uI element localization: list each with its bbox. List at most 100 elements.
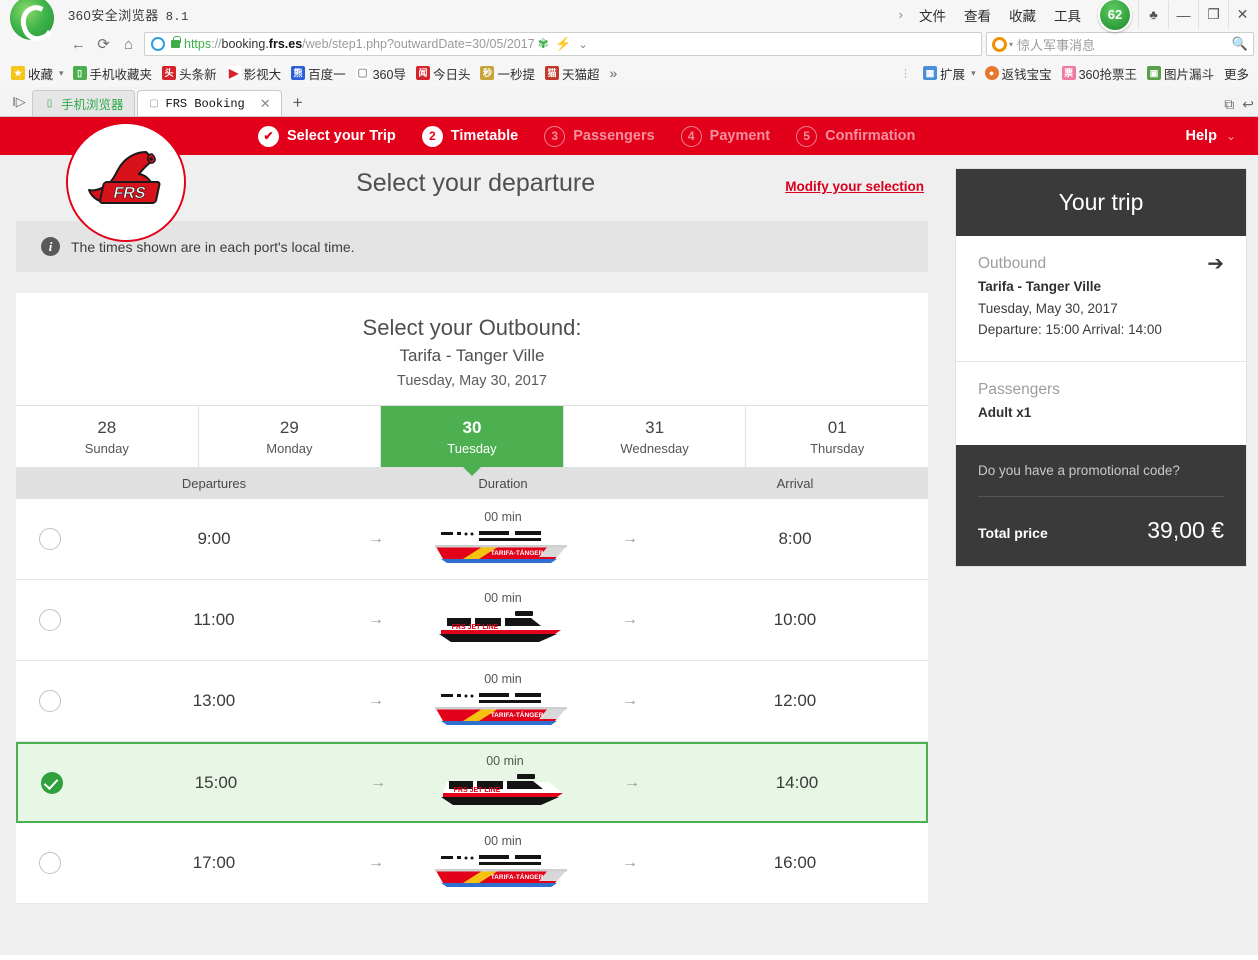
bookmark-tip[interactable]: 秒 一秒提 xyxy=(475,64,540,83)
col-departures: Departures xyxy=(181,475,247,491)
table-row[interactable]: 11:00 → 00 min FRS JET LINE → 10:00 xyxy=(16,580,928,661)
menu-view[interactable]: 查看 xyxy=(955,5,1000,25)
trip-radio-cell[interactable] xyxy=(16,609,84,631)
your-trip-header: Your trip xyxy=(956,169,1246,236)
safety-score-badge[interactable]: 62 xyxy=(1098,0,1132,32)
trip-radio-cell[interactable] xyxy=(16,852,84,874)
page-icon: ▢ xyxy=(149,98,159,109)
close-icon[interactable]: ✕ xyxy=(260,96,271,112)
menu-expand-icon[interactable]: › xyxy=(892,7,910,22)
table-row[interactable]: 9:00 → 00 min TARIFA-TÁNGER → 8:00 xyxy=(16,499,928,580)
trip-duration-cell: 00 min FRS JET LINE xyxy=(410,754,600,812)
outbound-panel: Select your Outbound: Tarifa - Tanger Vi… xyxy=(16,293,928,904)
skin-icon[interactable]: ♣ xyxy=(1138,0,1168,29)
frs-jet-line-icon: FRS JET LINE xyxy=(441,773,563,805)
modify-selection-link[interactable]: Modify your selection xyxy=(785,179,928,194)
trip-radio-cell[interactable] xyxy=(16,690,84,712)
your-trip-title: Your trip xyxy=(1058,189,1144,215)
bookmark-360-nav[interactable]: ▢ 360导 xyxy=(351,64,411,83)
toolbar-ticket-grabber[interactable]: 票 360抢票王 xyxy=(1057,64,1142,83)
day-name: Tuesday xyxy=(447,440,497,456)
maximize-button[interactable]: ❐ xyxy=(1198,0,1228,29)
toolbar-cashback[interactable]: ● 返钱宝宝 xyxy=(980,64,1057,83)
table-row-selected[interactable]: 15:00 → 00 min FRS JET LINE → 14:00 xyxy=(16,742,928,823)
menu-file[interactable]: 文件 xyxy=(910,5,955,25)
trip-duration: 00 min xyxy=(484,834,522,848)
bookmark-jinri-toutiao[interactable]: 闻 今日头 xyxy=(411,64,476,83)
radio-button[interactable] xyxy=(39,528,61,550)
radio-button[interactable] xyxy=(39,852,61,874)
bookmark-tmall[interactable]: 猫 天猫超 xyxy=(540,64,605,83)
browser-titlebar: 360安全浏览器 8.1 › 文件 查看 收藏 工具 62 ♣ — ❐ ✕ xyxy=(0,0,1258,40)
svg-text:TARIFA-TÁNGER: TARIFA-TÁNGER xyxy=(491,710,544,719)
help-menu[interactable]: Help ⌄ xyxy=(1186,117,1236,155)
trip-radio-cell[interactable] xyxy=(16,528,84,550)
reload-icon[interactable]: ⟳ xyxy=(91,32,116,57)
step-confirmation[interactable]: 5 Confirmation xyxy=(796,125,915,147)
outbound-route: Tarifa - Tanger Ville xyxy=(978,279,1102,294)
radio-button[interactable] xyxy=(39,609,61,631)
toolbar-image-funnel[interactable]: ▣ 图片漏斗 xyxy=(1142,64,1219,83)
extensions-chevron-down-icon[interactable]: ▾ xyxy=(970,68,980,79)
radio-button[interactable] xyxy=(39,690,61,712)
close-button[interactable]: ✕ xyxy=(1228,0,1258,29)
globe-icon xyxy=(151,37,165,51)
back-icon[interactable]: ← xyxy=(66,32,91,57)
tab-mobile-browser[interactable]: ▯ 手机浏览器 xyxy=(32,90,135,116)
arrow-right-icon: → xyxy=(622,854,638,871)
toolbar-more[interactable]: 更多 xyxy=(1219,64,1254,83)
search-engine-chevron-icon[interactable]: ▾ xyxy=(1009,40,1013,49)
home-icon[interactable]: ⌂ xyxy=(116,32,141,57)
bookmark-favorites[interactable]: ★ 收藏 xyxy=(6,64,58,83)
toolbar-label: 更多 xyxy=(1223,67,1249,82)
step-passengers[interactable]: 3 Passengers xyxy=(544,125,655,147)
step-payment[interactable]: 4 Payment xyxy=(680,125,770,147)
step-select-your-trip[interactable]: ✔ Select your Trip xyxy=(258,125,396,147)
promo-code-question[interactable]: Do you have a promotional code? xyxy=(978,463,1224,478)
new-tab-button[interactable]: + xyxy=(284,90,312,116)
toolbar-extensions[interactable]: ▦ 扩展 xyxy=(918,64,970,83)
day-tab-30[interactable]: 30 Tuesday xyxy=(381,406,564,476)
step-timetable[interactable]: 2 Timetable xyxy=(421,125,518,147)
frs-logo[interactable]: FRS xyxy=(66,122,186,242)
bookmarks-overflow-icon[interactable]: » xyxy=(605,65,623,81)
table-row[interactable]: 17:00 → 00 min TARIFA-TÁNGER → 16:00 xyxy=(16,823,928,904)
search-box[interactable]: ▾ 惊人军事消息 🔍 xyxy=(986,32,1254,56)
search-icon[interactable]: 🔍 xyxy=(1232,36,1248,52)
trip-radio-cell[interactable] xyxy=(18,771,86,794)
radio-button-checked[interactable] xyxy=(41,771,63,794)
bookmark-mobile-favorites[interactable]: ▯ 手机收藏夹 xyxy=(68,64,158,83)
day-tab-28[interactable]: 28 Sunday xyxy=(16,406,199,467)
toolbar-grip-icon[interactable]: ⋮ xyxy=(894,67,918,80)
step-number: 2 xyxy=(421,125,443,147)
bookmark-toutiao-news[interactable]: 头 头条新 xyxy=(157,64,222,83)
url-bar[interactable]: https://booking.frs.es/web/step1.php?out… xyxy=(144,32,982,56)
search-input[interactable]: 惊人军事消息 xyxy=(1017,35,1232,54)
passengers-summary: Passengers Adult x1 xyxy=(956,360,1246,445)
menu-favorites[interactable]: 收藏 xyxy=(1000,5,1045,25)
bookmarks-chevron-down-icon[interactable]: ▾ xyxy=(58,68,68,79)
day-tab-29[interactable]: 29 Monday xyxy=(199,406,382,467)
restore-tab-icon[interactable]: ⧉ xyxy=(1224,96,1234,113)
bookmark-label: 360导 xyxy=(372,67,406,82)
table-row[interactable]: 13:00 → 00 min TARIFA-TÁNGER → 12:00 xyxy=(16,661,928,742)
day-tab-31[interactable]: 31 Wednesday xyxy=(564,406,747,467)
chevron-down-icon[interactable]: ⌄ xyxy=(575,38,592,51)
tab-frs-booking[interactable]: ▢ FRS Booking ✕ xyxy=(136,90,282,116)
help-label: Help xyxy=(1185,128,1217,144)
menu-tools[interactable]: 工具 xyxy=(1045,5,1090,25)
lightning-icon[interactable]: ⚡ xyxy=(555,36,572,52)
tab-list-icon[interactable]: I▷ xyxy=(6,88,32,116)
day-name: Wednesday xyxy=(620,440,689,456)
trip-duration: 00 min xyxy=(484,591,522,605)
minimize-button[interactable]: — xyxy=(1168,0,1198,29)
translate-icon[interactable]: ✾ xyxy=(535,36,552,52)
bookmark-baidu[interactable]: 熊 百度一 xyxy=(286,64,351,83)
day-number: 29 xyxy=(279,417,299,437)
trip-duration: 00 min xyxy=(484,672,522,686)
col-duration: Duration xyxy=(478,475,528,491)
passengers-value: Adult x1 xyxy=(978,404,1032,420)
day-tab-01[interactable]: 01 Thursday xyxy=(746,406,928,467)
undo-icon[interactable]: ↩ xyxy=(1242,96,1254,113)
bookmark-video[interactable]: ▶ 影视大 xyxy=(222,64,287,83)
